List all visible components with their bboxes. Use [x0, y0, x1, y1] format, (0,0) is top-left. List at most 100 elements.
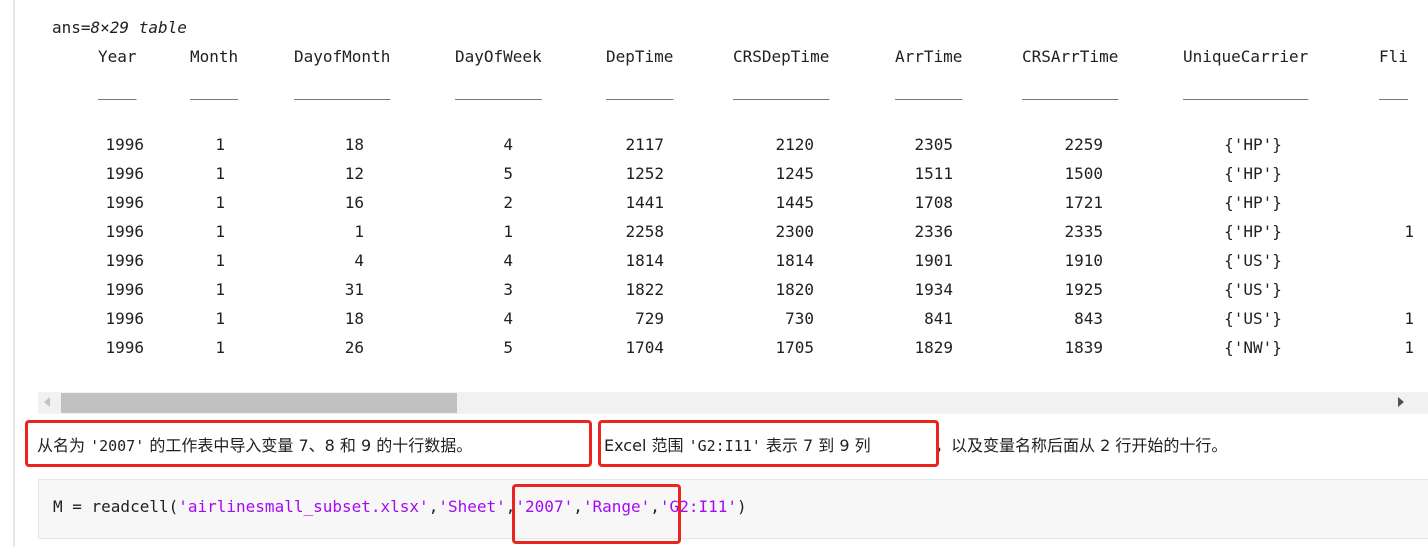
table-cell: 1822: [625, 280, 664, 299]
table-cell: 1829: [914, 338, 953, 357]
table-cell: 1: [215, 193, 225, 212]
cell-gutter-rule: [13, 0, 15, 547]
description-part-3: ，以及变量名称后面从 2 行开始的十行。: [935, 436, 1228, 455]
scroll-left-arrow-icon[interactable]: [44, 397, 50, 407]
table-cell: 1: [354, 222, 364, 241]
table-cell: 1996: [105, 280, 144, 299]
table-cell: 1: [215, 309, 225, 328]
table-cell: 1996: [105, 222, 144, 241]
column-underline: _______: [606, 81, 674, 100]
table-cell: 1996: [105, 164, 144, 183]
scrollbar-thumb[interactable]: [61, 393, 457, 413]
table-cell: 843: [1074, 309, 1103, 328]
table-cell: 4: [503, 309, 513, 328]
code-block[interactable]: M = readcell('airlinesmall_subset.xlsx',…: [38, 479, 1428, 539]
table-cell: 1: [1404, 222, 1414, 241]
column-underline: ___: [1379, 81, 1408, 100]
table-cell: 1: [503, 222, 513, 241]
column-underline: __________: [733, 81, 830, 100]
table-cell: 730: [785, 309, 814, 328]
column-underline: _____: [190, 81, 239, 100]
table-cell: 3: [503, 280, 513, 299]
table-cell: 1910: [1064, 251, 1103, 270]
column-underline: __________: [294, 81, 391, 100]
table-cell: 1839: [1064, 338, 1103, 357]
table-cell: 2: [503, 193, 513, 212]
table-cell: 1925: [1064, 280, 1103, 299]
table-cell: 1996: [105, 251, 144, 270]
table-cell: 1: [215, 280, 225, 299]
highlight-box-sheet-args: [512, 484, 681, 544]
table-cell: 2335: [1064, 222, 1103, 241]
table-cell: 1814: [625, 251, 664, 270]
table-cell: 18: [344, 135, 364, 154]
column-header: DayOfWeek: [455, 47, 542, 66]
table-cell: 2305: [914, 135, 953, 154]
table-cell: 2258: [625, 222, 664, 241]
horizontal-scrollbar[interactable]: [38, 392, 1428, 414]
scroll-right-arrow-icon[interactable]: [1398, 397, 1404, 407]
column-header: CRSArrTime: [1022, 47, 1119, 66]
table-cell: 1996: [105, 338, 144, 357]
table-cell: {'HP'}: [1224, 222, 1282, 241]
table-cell: 1441: [625, 193, 664, 212]
table-cell: 1721: [1064, 193, 1103, 212]
table-cell: 841: [924, 309, 953, 328]
table-cell: 1901: [914, 251, 953, 270]
table-cell: 1934: [914, 280, 953, 299]
table-cell: 1: [215, 164, 225, 183]
table-cell: 2336: [914, 222, 953, 241]
column-header: Month: [190, 47, 239, 66]
table-cell: 2300: [775, 222, 814, 241]
table-cell: 5: [503, 338, 513, 357]
column-header: ArrTime: [895, 47, 963, 66]
table-cell: 1820: [775, 280, 814, 299]
table-cell: 2120: [775, 135, 814, 154]
column-header: DepTime: [606, 47, 674, 66]
column-header: CRSDepTime: [733, 47, 830, 66]
table-cell: 12: [344, 164, 364, 183]
table-cell: 1705: [775, 338, 814, 357]
code-arg-sheet: 'Sheet': [438, 497, 506, 516]
column-underline: ____: [98, 81, 137, 100]
table-cell: 1: [215, 135, 225, 154]
table-cell: 1996: [105, 309, 144, 328]
table-cell: 5: [503, 164, 513, 183]
table-cell: 16: [344, 193, 364, 212]
highlight-box-sheet-text: [25, 420, 592, 467]
table-cell: 1: [1404, 338, 1414, 357]
table-cell: 1: [1404, 309, 1414, 328]
column-header: DayofMonth: [294, 47, 391, 66]
table-cell: 31: [344, 280, 364, 299]
code-arg-filename: 'airlinesmall_subset.xlsx': [178, 497, 429, 516]
table-cell: 1511: [914, 164, 953, 183]
table-cell: {'HP'}: [1224, 193, 1282, 212]
table-cell: 4: [503, 135, 513, 154]
table-cell: 1: [215, 338, 225, 357]
table-cell: {'HP'}: [1224, 164, 1282, 183]
table-cell: 1814: [775, 251, 814, 270]
column-underline: _______: [895, 81, 963, 100]
table-cell: {'US'}: [1224, 309, 1282, 328]
column-header: Fli: [1379, 47, 1408, 66]
table-cell: 4: [354, 251, 364, 270]
table-cell: {'US'}: [1224, 251, 1282, 270]
table-cell: 18: [344, 309, 364, 328]
highlight-box-range-text: [598, 420, 939, 467]
column-header: UniqueCarrier: [1183, 47, 1309, 66]
table-cell: 1245: [775, 164, 814, 183]
column-header: Year: [98, 47, 137, 66]
table-cell: 1996: [105, 193, 144, 212]
table-cell: {'NW'}: [1224, 338, 1282, 357]
table-cell: {'US'}: [1224, 280, 1282, 299]
table-cell: 4: [503, 251, 513, 270]
table-cell: 1445: [775, 193, 814, 212]
table-cell: 1252: [625, 164, 664, 183]
table-cell: 26: [344, 338, 364, 357]
ans-label: ans=8×29 table: [52, 18, 187, 37]
table-cell: 1: [215, 222, 225, 241]
table-cell: {'HP'}: [1224, 135, 1282, 154]
table-cell: 1996: [105, 135, 144, 154]
table-output: ans=8×29 table Year ____ Month _____ DayofMo…: [28, 0, 1428, 390]
column-underline: __________: [1022, 81, 1119, 100]
